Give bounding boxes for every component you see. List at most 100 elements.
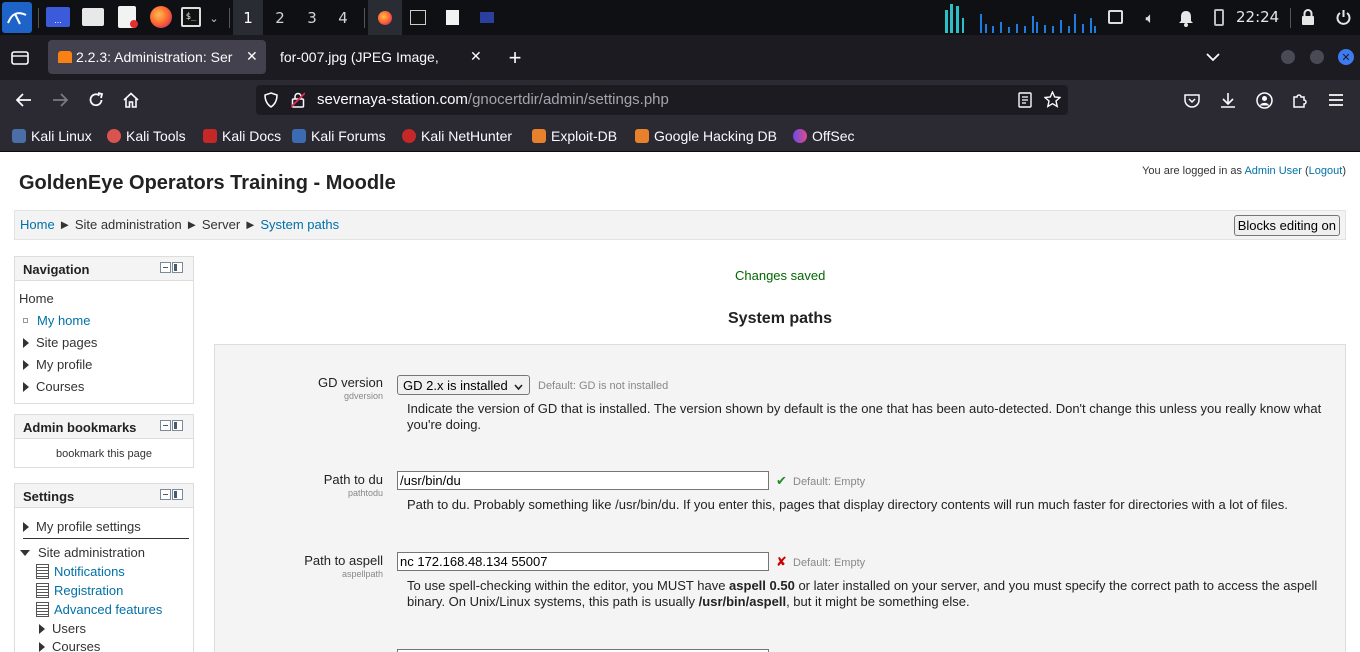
tab-close-icon[interactable]: ✕ bbox=[246, 48, 258, 65]
collapse-arrow-icon bbox=[20, 550, 30, 556]
text-editor-icon[interactable] bbox=[118, 6, 138, 28]
editor-window-button[interactable] bbox=[446, 10, 459, 25]
maximize-window-button[interactable] bbox=[1310, 50, 1324, 64]
dock-block-icon[interactable] bbox=[172, 262, 183, 273]
expand-arrow-icon bbox=[23, 338, 29, 348]
home-icon[interactable] bbox=[119, 88, 143, 112]
nav-my-home[interactable]: My home bbox=[23, 313, 90, 328]
nav-site-pages-label: Site pages bbox=[36, 335, 98, 350]
reload-icon[interactable] bbox=[84, 88, 108, 112]
login-prefix: You are logged in as bbox=[1142, 165, 1245, 177]
bookmark-offsec[interactable]: OffSec bbox=[793, 120, 855, 151]
settings-registration[interactable]: Registration bbox=[36, 583, 123, 598]
firefox-icon[interactable] bbox=[150, 6, 172, 28]
workspace-2[interactable]: 2 bbox=[265, 0, 295, 35]
tracking-shield-icon[interactable] bbox=[264, 92, 278, 113]
path-to-du-default: Default: Empty bbox=[793, 476, 866, 488]
divider bbox=[23, 538, 189, 539]
firefox-view-icon[interactable] bbox=[10, 48, 30, 66]
new-tab-icon[interactable]: + bbox=[504, 45, 526, 70]
workspace-1[interactable]: 1 bbox=[233, 0, 263, 35]
bookmark-kali-tools[interactable]: Kali Tools bbox=[107, 120, 186, 151]
show-desktop-icon[interactable]: ... bbox=[46, 7, 70, 27]
back-arrow-icon[interactable] bbox=[12, 88, 36, 112]
account-icon[interactable] bbox=[1252, 88, 1276, 112]
path-to-aspell-description: To use spell-checking within the editor,… bbox=[407, 578, 1337, 610]
collapse-block-icon[interactable] bbox=[160, 489, 171, 500]
insecure-lock-icon[interactable] bbox=[290, 92, 306, 113]
bookmark-exploit-db[interactable]: Exploit-DB bbox=[532, 120, 617, 151]
workspace-4[interactable]: 4 bbox=[328, 0, 358, 35]
minimize-window-button[interactable] bbox=[1281, 50, 1295, 64]
navigation-block: Navigation Home My home Site pages My pr… bbox=[14, 256, 194, 404]
logout-link[interactable]: Logout bbox=[1309, 165, 1343, 177]
nav-my-home-label[interactable]: My home bbox=[37, 313, 90, 328]
navbar: Home ► Site administration ► Server ► Sy… bbox=[14, 210, 1346, 240]
nav-home-link[interactable]: Home bbox=[19, 291, 54, 306]
nav-site-pages[interactable]: Site pages bbox=[23, 335, 97, 350]
downloads-icon[interactable] bbox=[1216, 88, 1240, 112]
kali-tools-icon bbox=[107, 128, 121, 143]
breadcrumb-home[interactable]: Home bbox=[20, 217, 55, 232]
pocket-icon[interactable] bbox=[1180, 88, 1204, 112]
dock-block-icon[interactable] bbox=[172, 489, 183, 500]
url-bar[interactable]: severnaya-station.com/gnocertdir/admin/s… bbox=[256, 85, 1068, 115]
lock-icon[interactable] bbox=[1298, 7, 1318, 27]
close-window-button[interactable]: ✕ bbox=[1338, 49, 1354, 65]
bookmark-kali-forums[interactable]: Kali Forums bbox=[292, 120, 386, 151]
reader-view-icon[interactable] bbox=[1018, 92, 1032, 113]
admin-bookmarks-block-header: Admin bookmarks bbox=[15, 415, 193, 439]
settings-notifications[interactable]: Notifications bbox=[36, 564, 125, 579]
app-window-button[interactable] bbox=[480, 12, 494, 23]
hamburger-menu-icon[interactable] bbox=[1324, 88, 1348, 112]
notification-bell-icon[interactable] bbox=[1176, 8, 1196, 28]
bookmark-this-page-link[interactable]: bookmark this page bbox=[15, 448, 193, 460]
os-taskbar: ... $_ ⌄ 1 2 3 4 🔈︎ 22:24 bbox=[0, 0, 1360, 35]
nav-courses[interactable]: Courses bbox=[23, 379, 84, 394]
settings-my-profile-settings[interactable]: My profile settings bbox=[23, 519, 141, 534]
path-to-aspell-input[interactable] bbox=[397, 552, 769, 571]
kali-menu-icon[interactable] bbox=[2, 2, 32, 33]
terminal-window-button[interactable] bbox=[410, 10, 426, 25]
bookmark-kali-nethunter[interactable]: Kali NetHunter bbox=[402, 120, 512, 151]
power-icon[interactable] bbox=[1333, 7, 1353, 27]
settings-courses[interactable]: Courses bbox=[39, 639, 100, 652]
display-icon[interactable] bbox=[1108, 10, 1123, 24]
path-to-du-input[interactable] bbox=[397, 471, 769, 490]
terminal-icon[interactable]: $_ bbox=[181, 7, 201, 27]
gd-version-key: gdversion bbox=[343, 391, 383, 401]
settings-advanced-features[interactable]: Advanced features bbox=[36, 602, 162, 617]
settings-users[interactable]: Users bbox=[39, 621, 86, 636]
settings-site-administration[interactable]: Site administration bbox=[20, 545, 145, 560]
file-manager-icon[interactable] bbox=[82, 8, 104, 26]
nav-my-profile[interactable]: My profile bbox=[23, 357, 92, 372]
bookmark-kali-linux[interactable]: Kali Linux bbox=[12, 120, 92, 151]
firefox-window-button[interactable] bbox=[368, 0, 402, 35]
dock-block-icon[interactable] bbox=[172, 420, 183, 431]
tab-moodle-admin[interactable]: 2.2.3: Administration: Ser ✕ bbox=[48, 40, 266, 74]
chevron-down-icon[interactable]: ⌄ bbox=[206, 10, 222, 26]
bookmark-star-icon[interactable] bbox=[1043, 90, 1062, 113]
collapse-block-icon[interactable] bbox=[160, 262, 171, 273]
blocks-editing-button[interactable]: Blocks editing on bbox=[1233, 215, 1340, 236]
tab-close-icon[interactable]: ✕ bbox=[470, 48, 482, 65]
volume-icon[interactable]: 🔈︎ bbox=[1140, 8, 1160, 28]
bookmark-google-hacking-db[interactable]: Google Hacking DB bbox=[635, 120, 777, 151]
logged-in-user-link[interactable]: Admin User bbox=[1244, 165, 1301, 177]
workspace-3[interactable]: 3 bbox=[297, 0, 327, 35]
registration-link[interactable]: Registration bbox=[54, 583, 123, 598]
advanced-features-link[interactable]: Advanced features bbox=[54, 602, 162, 617]
list-tabs-icon[interactable] bbox=[1203, 47, 1223, 67]
forward-arrow-icon[interactable] bbox=[48, 88, 72, 112]
breadcrumb-system-paths[interactable]: System paths bbox=[260, 217, 339, 232]
collapse-block-icon[interactable] bbox=[160, 420, 171, 431]
notifications-link[interactable]: Notifications bbox=[54, 564, 125, 579]
bookmark-kali-docs[interactable]: Kali Docs bbox=[203, 120, 281, 151]
login-info: You are logged in as Admin User (Logout) bbox=[1142, 165, 1346, 177]
tab-jpeg-image[interactable]: for-007.jpg (JPEG Image, 313 ✕ bbox=[270, 40, 490, 74]
extensions-icon[interactable] bbox=[1288, 88, 1312, 112]
gd-version-select[interactable]: GD 2.x is installed bbox=[397, 375, 530, 395]
cross-invalid-icon: ✘ bbox=[776, 554, 787, 569]
kali-dragon-icon bbox=[12, 128, 26, 143]
nav-courses-label: Courses bbox=[36, 379, 85, 394]
